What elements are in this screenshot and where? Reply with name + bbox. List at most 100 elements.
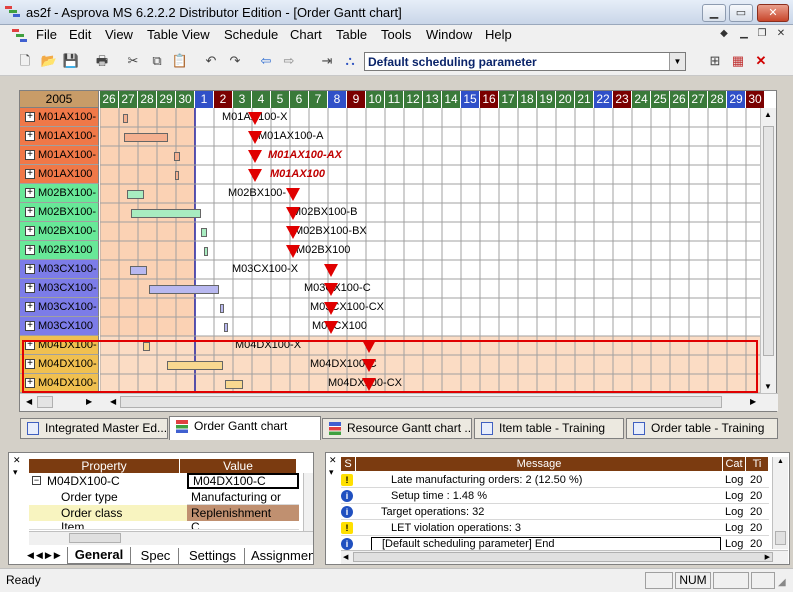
chart-scroll-left-icon[interactable]: ◀ [110, 397, 116, 406]
due-date-marker-icon[interactable] [324, 264, 338, 277]
operation-bar[interactable] [224, 323, 228, 332]
expand-icon[interactable]: + [25, 321, 35, 331]
order-row-label[interactable]: + M02BX100- [20, 184, 99, 203]
redo-icon[interactable]: ↷ [226, 52, 244, 70]
back-arrow-icon[interactable]: ⇦ [257, 52, 275, 70]
copy-icon[interactable]: ⧉ [148, 52, 166, 70]
log-scroll-up-icon[interactable]: ▲ [777, 458, 784, 465]
minimize-button[interactable]: ▁ [702, 4, 726, 22]
property-tab-general[interactable]: General [67, 547, 131, 564]
chart-scroll-thumb[interactable] [120, 396, 722, 408]
expand-icon[interactable]: + [25, 264, 35, 274]
operation-bar[interactable] [127, 190, 144, 199]
tab-integrated-master-editor[interactable]: Integrated Master Ed... [20, 418, 168, 439]
operation-bar[interactable] [220, 304, 224, 313]
due-date-marker-icon[interactable] [248, 131, 262, 144]
print-icon[interactable]: 🖶 [93, 52, 111, 70]
order-row-label[interactable]: + M04DX100- [20, 355, 99, 374]
property-vertical-scrollbar[interactable] [303, 473, 313, 531]
panel-close-icon[interactable]: ✕ [13, 455, 21, 466]
delete-icon[interactable]: ✕ [752, 52, 770, 70]
tab-item-table[interactable]: Item table - Training [474, 418, 624, 439]
tab-resource-gantt-chart[interactable]: Resource Gantt chart ... [322, 418, 472, 439]
expand-icon[interactable]: + [25, 226, 35, 236]
horizontal-scrollbar[interactable]: ◀ ▶ ◀ ▶ [20, 393, 778, 411]
due-date-marker-icon[interactable] [362, 378, 376, 391]
log-pin-icon[interactable]: ▾ [329, 467, 334, 478]
colors-icon[interactable]: ▦ [729, 52, 747, 70]
order-row-label[interactable]: + M01AX100- [20, 127, 99, 146]
property-row[interactable]: Order type Manufacturing or [29, 489, 299, 505]
order-row-label[interactable]: + M02BX100- [20, 203, 99, 222]
menu-table[interactable]: Table [336, 27, 367, 42]
due-date-marker-icon[interactable] [286, 245, 300, 258]
open-folder-icon[interactable]: 📂 [40, 52, 58, 70]
log-row[interactable]: Setup time : 1.48 % Log 20 [341, 488, 769, 504]
new-file-icon[interactable]: 🗋 [16, 52, 34, 70]
expand-icon[interactable]: + [25, 283, 35, 293]
chevron-down-icon[interactable]: ▼ [669, 53, 685, 70]
mdi-restore-button[interactable]: ❐ [754, 27, 770, 42]
menu-file[interactable]: File [36, 27, 57, 42]
mdi-minimize-button[interactable]: ▁ [736, 27, 752, 42]
due-date-marker-icon[interactable] [362, 340, 376, 353]
order-row-label[interactable]: + M01AX100- [20, 146, 99, 165]
log-row[interactable]: LET violation operations: 3 Log 20 [341, 520, 769, 536]
panel-pin-icon[interactable]: ▾ [13, 467, 18, 478]
mdi-close-button[interactable]: ✕ [773, 27, 789, 42]
scheduling-parameter-select[interactable]: Default scheduling parameter ▼ [364, 52, 686, 71]
due-date-marker-icon[interactable] [362, 359, 376, 372]
due-date-marker-icon[interactable] [248, 112, 262, 125]
expand-icon[interactable]: + [25, 188, 35, 198]
property-tab-settings[interactable]: Settings [181, 548, 245, 564]
expand-icon[interactable]: + [25, 340, 35, 350]
operation-bar[interactable] [225, 380, 243, 389]
chart-scroll-right-icon[interactable]: ▶ [750, 397, 756, 406]
property-row[interactable]: Item C [29, 521, 299, 530]
operation-bar[interactable] [143, 342, 150, 351]
order-row-label[interactable]: + M04DX100- [20, 336, 99, 355]
resize-grip-icon[interactable]: ◢ [778, 577, 786, 588]
log-scroll-right-icon[interactable]: ▶ [765, 553, 770, 561]
property-horizontal-scrollbar[interactable] [29, 531, 313, 545]
scroll-right-icon[interactable]: ▶ [86, 397, 92, 406]
scroll-left-icon[interactable]: ◀ [26, 397, 32, 406]
property-value-order-class[interactable]: Replenishment [187, 505, 299, 521]
menu-window[interactable]: Window [426, 27, 472, 42]
scroll-down-icon[interactable]: ▼ [764, 382, 772, 391]
menu-edit[interactable]: Edit [69, 27, 91, 42]
due-date-marker-icon[interactable] [286, 226, 300, 239]
order-row-label[interactable]: + M03CX100- [20, 279, 99, 298]
operation-bar[interactable] [149, 285, 219, 294]
operation-bar[interactable] [130, 266, 147, 275]
operation-bar[interactable] [123, 114, 128, 123]
expand-icon[interactable]: + [25, 131, 35, 141]
order-row-label[interactable]: + M04DX100- [20, 374, 99, 393]
log-horizontal-scrollbar[interactable]: ◀ ▶ [341, 550, 788, 564]
menu-view[interactable]: View [105, 27, 133, 42]
order-row-label[interactable]: + M02BX100- [20, 222, 99, 241]
tab-order-table[interactable]: Order table - Training [626, 418, 778, 439]
paste-icon[interactable]: 📋 [171, 52, 189, 70]
vertical-scrollbar[interactable]: ▲ ▼ [760, 108, 776, 393]
log-scroll-left-icon[interactable]: ◀ [343, 553, 348, 561]
operation-bar[interactable] [175, 171, 179, 180]
log-row[interactable]: Late manufacturing orders: 2 (12.50 %) Lo… [341, 472, 769, 488]
order-row-label[interactable]: + M03CX100- [20, 298, 99, 317]
left-scroll-thumb[interactable] [37, 396, 53, 408]
schedule-icon[interactable]: ⇥ [318, 52, 336, 70]
menu-tools[interactable]: Tools [381, 27, 411, 42]
property-value-order-type[interactable]: Manufacturing or [187, 489, 299, 505]
property-value-code[interactable]: M04DX100-C [187, 473, 299, 489]
due-date-marker-icon[interactable] [324, 283, 338, 296]
expand-icon[interactable]: + [25, 150, 35, 160]
log-scroll-thumb[interactable] [775, 531, 786, 545]
property-tab-scroll-buttons[interactable]: ◀◀▶▶ [27, 547, 65, 563]
log-horizontal-thumb[interactable] [353, 552, 773, 562]
log-row[interactable]: Target operations: 32 Log 20 [341, 504, 769, 520]
operation-bar[interactable] [201, 228, 207, 237]
undo-icon[interactable]: ↶ [202, 52, 220, 70]
expand-icon[interactable]: + [25, 378, 35, 388]
save-icon[interactable]: 💾 [62, 52, 80, 70]
expand-icon[interactable]: + [25, 359, 35, 369]
